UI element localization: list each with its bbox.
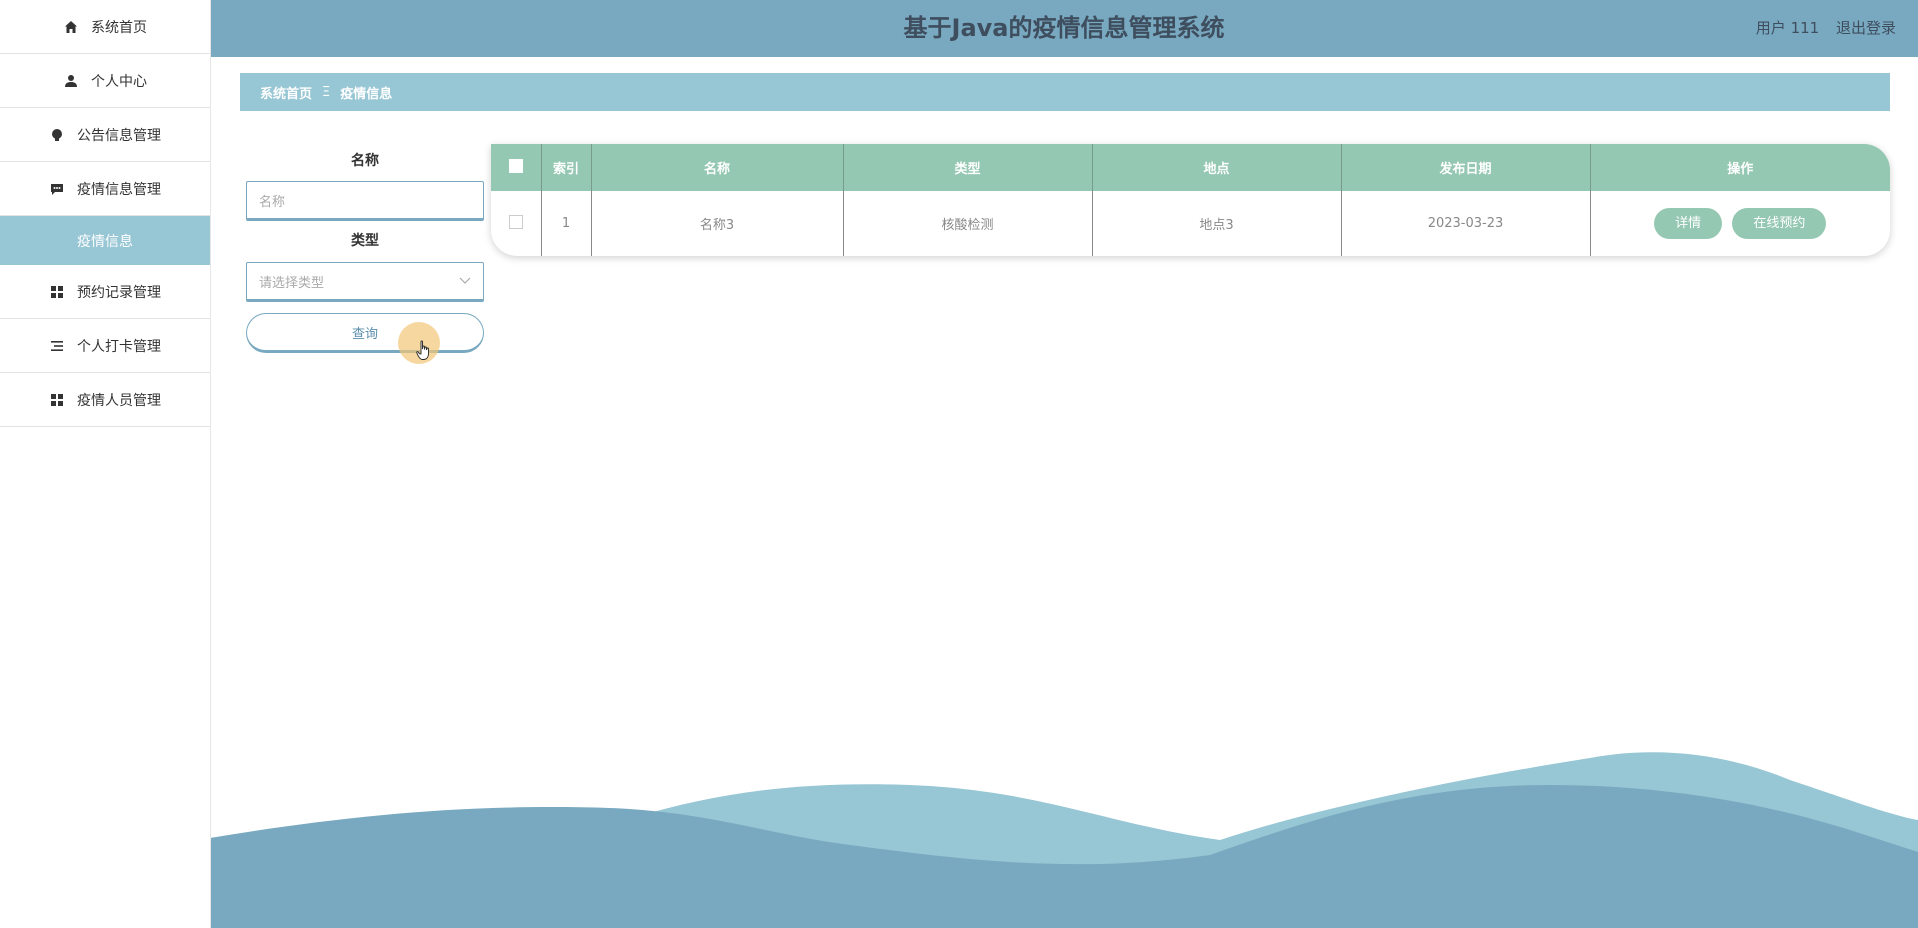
name-input-placeholder: 名称 — [259, 194, 286, 210]
sidebar-item-label: 公告信息管理 — [77, 127, 161, 144]
type-label: 类型 — [351, 233, 379, 249]
home-icon — [63, 19, 79, 35]
column-header: 发布日期 — [1341, 144, 1591, 191]
chevron-down-icon — [459, 274, 471, 289]
grid-icon — [49, 284, 65, 300]
sidebar-item-home[interactable]: 系统首页 — [0, 0, 210, 54]
type-select[interactable]: 请选择类型 — [246, 262, 484, 302]
sidebar-item-label: 个人打卡管理 — [77, 338, 161, 355]
breadcrumb-separator: Ξ — [322, 84, 331, 100]
user-label: 用户 111 — [1755, 19, 1820, 37]
column-header: 名称 — [591, 144, 844, 191]
page-title: 基于Java的疫情信息管理系统 — [903, 14, 1225, 42]
sidebar-item-booking[interactable]: 预约记录管理 — [0, 265, 210, 319]
cell-name: 名称3 — [591, 191, 844, 256]
bulb-icon — [49, 127, 65, 143]
cell-actions: 详情 在线预约 — [1590, 191, 1890, 256]
chat-icon — [49, 181, 65, 197]
type-select-placeholder: 请选择类型 — [259, 275, 325, 291]
breadcrumb-current: 疫情信息 — [340, 86, 393, 102]
breadcrumb-home[interactable]: 系统首页 — [260, 83, 312, 102]
hand-cursor-icon — [416, 340, 432, 366]
sidebar-item-label: 疫情信息 — [77, 233, 133, 250]
sidebar-item-checkin[interactable]: 个人打卡管理 — [0, 319, 210, 373]
row-checkbox[interactable] — [491, 191, 542, 256]
sidebar: 系统首页 个人中心 公告信息管理 疫情信息管理 疫情信息 预约记录管理 个人打卡… — [0, 0, 211, 928]
table-header-row: 索引 名称 类型 地点 发布日期 操作 — [491, 144, 1890, 191]
sidebar-item-label: 预约记录管理 — [77, 284, 161, 301]
cell-type: 核酸检测 — [843, 191, 1093, 256]
logout-link[interactable]: 退出登录 — [1836, 19, 1896, 37]
user-area: 用户 111 退出登录 — [1744, 0, 1896, 57]
table-row: 1 名称3 核酸检测 地点3 2023-03-23 详情 在线预约 — [491, 191, 1890, 256]
column-header: 类型 — [843, 144, 1093, 191]
header: 基于Java的疫情信息管理系统 用户 111 退出登录 — [210, 0, 1918, 57]
sidebar-item-personnel[interactable]: 疫情人员管理 — [0, 373, 210, 427]
query-button[interactable]: 查询 — [246, 313, 484, 353]
sidebar-item-epidemic[interactable]: 疫情信息管理 — [0, 162, 210, 216]
select-all-checkbox[interactable] — [491, 144, 542, 191]
column-header: 操作 — [1727, 162, 1754, 177]
sidebar-item-label: 疫情信息管理 — [77, 181, 161, 198]
sidebar-item-profile[interactable]: 个人中心 — [0, 54, 210, 108]
wave-decoration — [210, 752, 1918, 928]
search-panel: 名称 名称 类型 请选择类型 查询 — [246, 150, 484, 353]
cell-date: 2023-03-23 — [1341, 191, 1591, 256]
name-label: 名称 — [351, 153, 379, 169]
breadcrumb: 系统首页 Ξ 疫情信息 — [240, 73, 1890, 111]
sidebar-item-epidemic-info[interactable]: 疫情信息 — [0, 216, 210, 265]
cell-location: 地点3 — [1092, 191, 1342, 256]
detail-button[interactable]: 详情 — [1654, 208, 1723, 239]
cell-index: 1 — [541, 191, 592, 256]
column-header: 地点 — [1092, 144, 1342, 191]
name-input[interactable]: 名称 — [246, 181, 484, 221]
list-icon — [49, 338, 65, 354]
sidebar-item-label: 个人中心 — [91, 73, 147, 90]
grid-icon — [49, 392, 65, 408]
sidebar-item-notice[interactable]: 公告信息管理 — [0, 108, 210, 162]
book-online-button[interactable]: 在线预约 — [1732, 208, 1827, 239]
sidebar-item-label: 疫情人员管理 — [77, 392, 161, 409]
sidebar-item-label: 系统首页 — [91, 19, 147, 36]
column-header: 索引 — [541, 144, 592, 191]
user-icon — [63, 73, 79, 89]
data-table: 索引 名称 类型 地点 发布日期 操作 1 名称3 核酸检测 地点3 2023-… — [491, 144, 1890, 256]
